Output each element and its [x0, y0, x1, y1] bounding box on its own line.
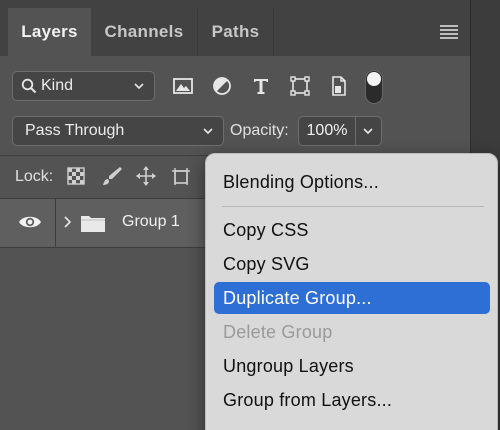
- lock-artboard-icon[interactable]: [170, 165, 192, 187]
- lock-pixels-icon[interactable]: [101, 165, 123, 187]
- filter-toggle[interactable]: [365, 70, 383, 104]
- folder-icon: [81, 216, 105, 232]
- layer-name[interactable]: Group 1: [122, 213, 180, 231]
- menu-item-copy-svg[interactable]: Copy SVG: [214, 248, 490, 280]
- filter-toggle-knob: [367, 72, 381, 86]
- menu-separator: [222, 206, 484, 207]
- visibility-toggle[interactable]: [0, 199, 56, 247]
- menu-item-delete-group: Delete Group: [223, 321, 333, 342]
- adjustment-filter-icon[interactable]: [210, 74, 234, 98]
- tab-paths[interactable]: Paths: [198, 8, 274, 56]
- panel-menu-icon[interactable]: [440, 25, 458, 39]
- image-filter-icon[interactable]: [171, 74, 195, 98]
- chevron-down-icon: [363, 128, 373, 135]
- smart-object-filter-icon[interactable]: [327, 74, 351, 98]
- chevron-right-icon[interactable]: [62, 215, 72, 229]
- lock-label: Lock:: [15, 168, 54, 185]
- tab-layers[interactable]: Layers: [8, 8, 91, 56]
- menu-item-group-from-layers[interactable]: Group from Layers...: [214, 384, 490, 416]
- shape-filter-icon[interactable]: [288, 74, 312, 98]
- tab-channels[interactable]: Channels: [91, 8, 198, 56]
- filter-kind-select[interactable]: Kind: [12, 71, 155, 101]
- eye-icon: [19, 216, 41, 228]
- layer-context-menu: Blending Options... Copy CSS Copy SVG Du…: [205, 153, 498, 430]
- search-icon: [21, 78, 37, 94]
- filter-kind-label: Kind: [41, 77, 74, 94]
- blend-mode-select[interactable]: Pass Through: [12, 116, 224, 146]
- blend-mode-value: Pass Through: [25, 122, 125, 139]
- menu-item-copy-css[interactable]: Copy CSS: [214, 214, 490, 246]
- chevron-down-icon: [134, 83, 144, 90]
- menu-item-duplicate-group[interactable]: Duplicate Group...: [214, 282, 490, 314]
- opacity-dropdown-button[interactable]: [355, 116, 382, 146]
- opacity-input[interactable]: 100%: [298, 116, 355, 146]
- opacity-label: Opacity:: [230, 122, 289, 139]
- chevron-down-icon: [203, 128, 213, 135]
- lock-position-icon[interactable]: [135, 165, 157, 187]
- menu-item-ungroup-layers[interactable]: Ungroup Layers: [214, 350, 490, 382]
- panel-tab-bar: Layers Channels Paths: [0, 0, 470, 56]
- lock-transparency-icon[interactable]: [65, 165, 87, 187]
- menu-item-blending-options[interactable]: Blending Options...: [214, 166, 490, 198]
- type-filter-icon[interactable]: [249, 74, 273, 98]
